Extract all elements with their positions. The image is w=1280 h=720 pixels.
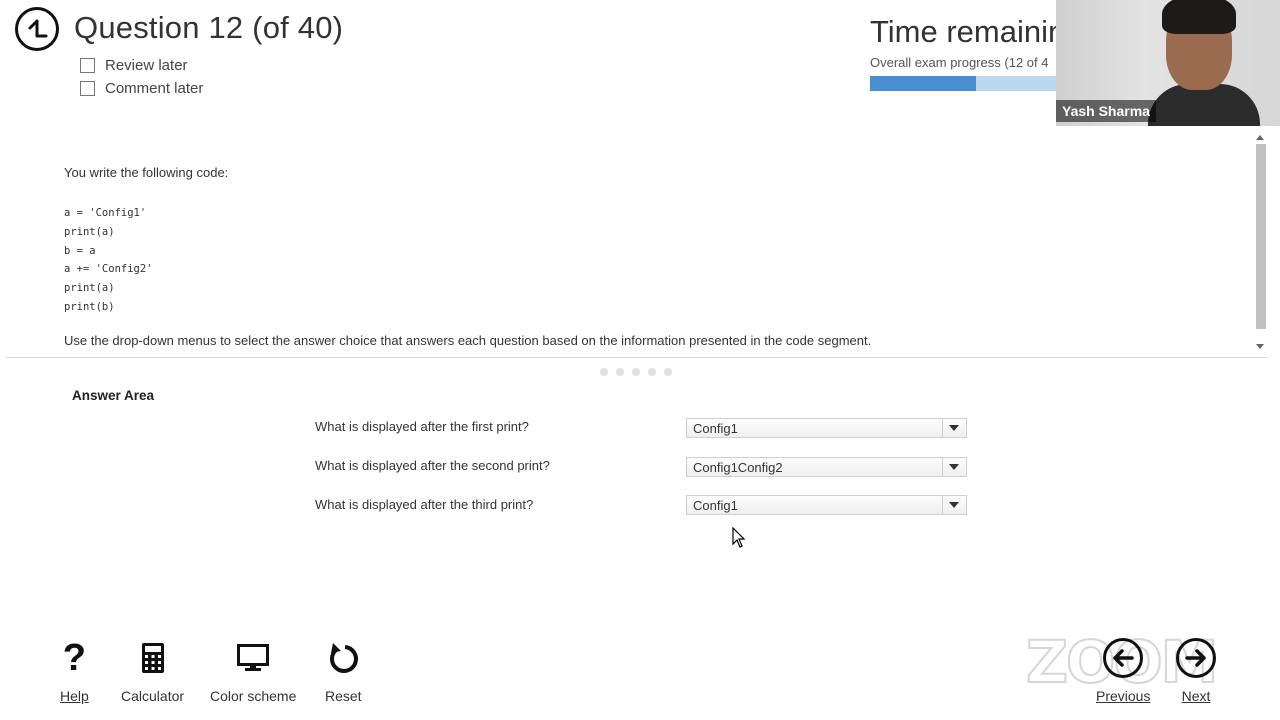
dropdown-value: Config1 (693, 421, 738, 436)
chevron-down-icon[interactable] (942, 496, 966, 514)
dropdown-value: Config1Config2 (693, 460, 783, 475)
review-later-label: Review later (105, 57, 188, 74)
progress-fill (870, 76, 977, 91)
help-button[interactable]: ? Help (60, 637, 89, 704)
code-block: a = 'Config1' print(a) b = a a += 'Confi… (64, 204, 153, 317)
calculator-label: Calculator (121, 688, 185, 704)
progress-label: Overall exam progress (12 of 4 (870, 55, 1049, 70)
participant-name: Yash Sharma (1056, 100, 1156, 122)
chevron-down-icon[interactable] (942, 419, 966, 437)
comment-later-checkbox[interactable]: Comment later (80, 80, 203, 97)
splitter-handle[interactable] (600, 368, 672, 376)
next-button[interactable]: Next (1176, 638, 1216, 704)
progress-bar (870, 76, 1056, 91)
splitter-dot (616, 368, 624, 376)
arrow-right-icon (1185, 649, 1206, 667)
code-line: print(b) (64, 300, 115, 313)
code-line: print(a) (64, 225, 115, 238)
monitor-icon (237, 644, 270, 671)
previous-circle[interactable] (1103, 638, 1144, 678)
code-line: a = 'Config1' (64, 207, 147, 219)
answer-question-3: What is displayed after the third print? (315, 497, 534, 512)
question-mark-icon: ? (62, 637, 86, 679)
previous-label: Previous (1096, 688, 1151, 704)
chevron-down-icon[interactable] (942, 458, 966, 476)
scroll-up-icon[interactable] (1256, 135, 1264, 140)
answer-dropdown-2[interactable]: Config1Config2 (686, 457, 967, 477)
splitter-dot (632, 368, 640, 376)
question-title: Question 12 (of 40) (74, 10, 344, 45)
back-arrow-icon (28, 19, 48, 38)
splitter-dot (648, 368, 656, 376)
comment-later-label: Comment later (105, 80, 204, 97)
review-later-checkbox[interactable]: Review later (80, 57, 188, 74)
video-participant-tile: Yash Sharma (1056, 0, 1280, 126)
calculator-button[interactable]: Calculator (121, 640, 184, 704)
code-line: print(a) (64, 282, 115, 295)
checkbox-box[interactable] (80, 81, 95, 96)
calculator-icon (141, 643, 164, 673)
code-line: b = a (64, 244, 96, 257)
previous-button[interactable]: Previous (1096, 638, 1151, 704)
code-line: a += 'Config2' (64, 263, 153, 276)
question-instruction: Use the drop-down menus to select the an… (64, 333, 872, 348)
checkbox-box[interactable] (80, 58, 95, 73)
answer-question-1: What is displayed after the first print? (315, 419, 529, 434)
scroll-down-icon[interactable] (1256, 344, 1264, 349)
reset-button[interactable]: Reset (325, 640, 362, 704)
next-label: Next (1181, 688, 1211, 704)
next-circle[interactable] (1176, 638, 1216, 678)
color-scheme-label: Color scheme (210, 688, 297, 704)
answer-question-2: What is displayed after the second print… (315, 458, 550, 473)
reset-icon (330, 643, 359, 673)
pane-divider (6, 357, 1268, 358)
scrollbar-thumb[interactable] (1256, 144, 1266, 329)
time-remaining-title: Time remainin (870, 14, 1066, 49)
answer-dropdown-3[interactable]: Config1 (686, 495, 967, 515)
arrow-left-icon (1113, 649, 1134, 667)
answer-dropdown-1[interactable]: Config1 (686, 418, 967, 438)
dropdown-value: Config1 (693, 498, 738, 513)
splitter-dot (664, 368, 672, 376)
question-scrollbar[interactable] (1254, 130, 1268, 354)
participant-hair (1162, 0, 1236, 34)
splitter-dot (600, 368, 608, 376)
help-label: Help (60, 688, 89, 704)
answer-area-title: Answer Area (72, 388, 155, 403)
question-intro: You write the following code: (64, 165, 229, 180)
color-scheme-button[interactable]: Color scheme (210, 640, 296, 704)
mouse-cursor-icon (732, 527, 746, 548)
reset-label: Reset (325, 688, 362, 704)
back-button[interactable] (15, 7, 59, 51)
